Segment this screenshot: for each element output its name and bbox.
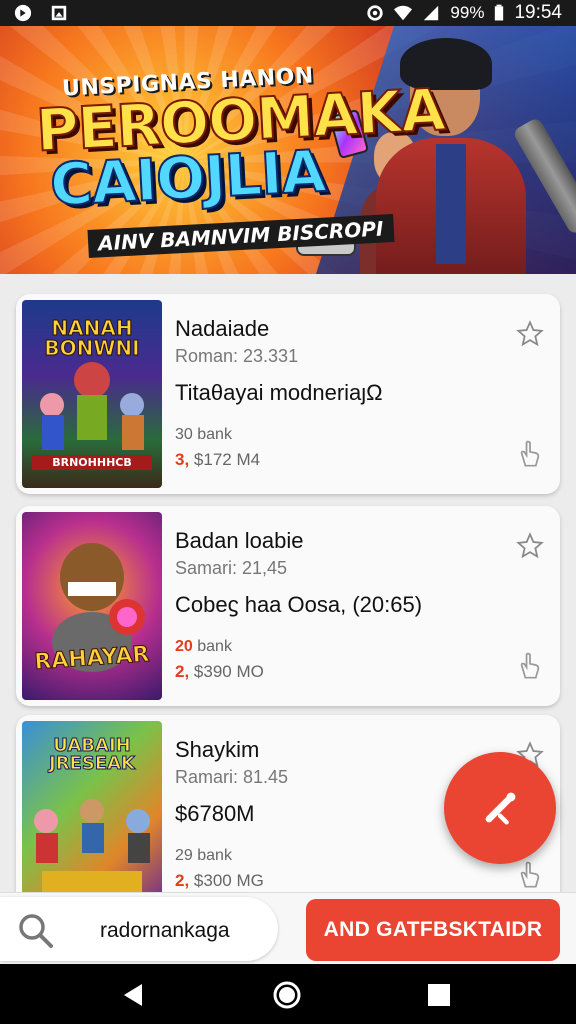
item-price: 3, $172 M4 <box>175 450 260 470</box>
app-icon <box>14 4 32 22</box>
search-box[interactable]: radornankaga <box>0 897 278 961</box>
status-bar: 99% 19:54 <box>0 0 576 26</box>
item-meta-count: 30 <box>175 426 193 443</box>
tap-hand-icon[interactable] <box>516 650 544 680</box>
item-title: Nadaiade <box>175 316 270 341</box>
item-price-rest: $390 MO <box>193 662 264 681</box>
item-thumbnail: NANAH BONWNI BRNOHHHCB <box>22 300 162 488</box>
navigation-bar <box>0 964 576 1024</box>
settings-icon <box>367 5 384 21</box>
tap-hand-icon[interactable] <box>516 438 544 468</box>
item-description: Cobeϛ haa Οosa, (20:65) <box>175 592 423 617</box>
item-meta-label: bank <box>197 638 232 655</box>
item-thumbnail: UABAIH JRESEAK <box>22 721 162 909</box>
search-query[interactable]: radornankaga <box>100 919 230 943</box>
item-meta: 29 bank <box>175 847 232 865</box>
item-description: Titaθayai modneriaȷΩ <box>175 380 383 405</box>
thumb-caption-top: UABAIH JRESEAK <box>49 735 136 774</box>
banner-line-3: CAIOJLIA <box>47 136 328 220</box>
recents-icon[interactable] <box>424 980 454 1010</box>
star-icon[interactable] <box>516 532 544 560</box>
wifi-icon <box>394 5 413 21</box>
pencil-icon <box>485 792 516 825</box>
item-title: Badan loabie <box>175 528 304 553</box>
cta-button[interactable]: AND GATFBSKTAIDR <box>306 899 560 961</box>
back-icon[interactable] <box>118 980 148 1010</box>
item-meta-count: 20 <box>175 638 193 655</box>
thumb-caption-bottom: BRNOHHHCB <box>32 455 152 470</box>
item-meta-label: bank <box>197 847 232 864</box>
battery-text: 99% <box>450 3 485 22</box>
item-subtitle: Ramari: 81.45 <box>175 767 289 787</box>
item-price: 2, $390 MO <box>175 662 264 682</box>
item-meta: 20 bank <box>175 638 232 656</box>
tap-hand-icon[interactable] <box>516 859 544 889</box>
edit-fab-button[interactable] <box>444 752 556 864</box>
home-icon[interactable] <box>272 980 302 1010</box>
promo-banner[interactable]: UNSPIGNAS HANON PEROOMAKA CAIOJLIA AINV … <box>0 26 576 274</box>
item-title: Shaykim <box>175 737 260 762</box>
thumb-characters <box>40 362 144 450</box>
list-item[interactable]: NANAH BONWNI BRNOHHHCB Nadaiade Roman: 2… <box>16 294 560 494</box>
bottom-bar: radornankaga AND GATFBSKTAIDR <box>0 892 576 964</box>
item-meta: 30 bank <box>175 426 232 444</box>
item-price-num: 2, <box>175 871 190 890</box>
item-thumbnail: RAHAYAR <box>22 512 162 700</box>
item-subtitle: Samari: 21,45 <box>175 558 288 578</box>
battery-icon <box>495 4 504 21</box>
search-icon[interactable] <box>16 911 56 951</box>
item-price-rest: $300 MG <box>193 871 264 890</box>
star-icon[interactable] <box>516 320 544 348</box>
item-price-num: 3, <box>175 450 190 469</box>
item-price: 2, $300 MG <box>175 871 264 891</box>
item-subtitle: Roman: 23.331 <box>175 346 299 366</box>
item-price-num: 2, <box>175 662 190 681</box>
item-price-rest: $172 M4 <box>193 450 261 469</box>
image-icon <box>51 5 67 21</box>
item-description: $6780M <box>175 801 255 826</box>
item-meta-label: bank <box>197 426 232 443</box>
list-item[interactable]: RAHAYAR Badan loabie Samari: 21,45 Cobeϛ… <box>16 506 560 706</box>
signal-icon <box>424 5 439 21</box>
clock: 19:54 <box>514 2 562 23</box>
item-meta-count: 29 <box>175 847 193 864</box>
